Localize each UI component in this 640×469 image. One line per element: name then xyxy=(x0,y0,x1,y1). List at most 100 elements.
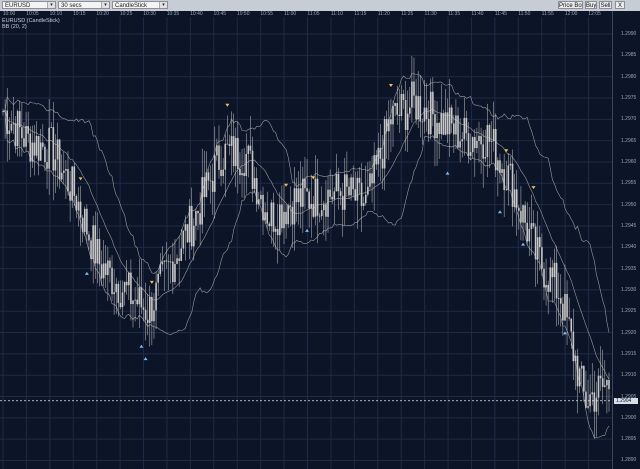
candle-body xyxy=(258,199,260,205)
candle-body xyxy=(293,188,296,225)
candle-body xyxy=(329,189,331,197)
candle-body xyxy=(243,173,245,176)
candle-body xyxy=(356,177,359,201)
candle-body xyxy=(520,210,522,223)
sell-signal-marker xyxy=(78,177,83,181)
candle-body xyxy=(161,261,164,265)
candle-body xyxy=(473,137,476,149)
candle-body xyxy=(325,204,327,217)
candle-body xyxy=(492,128,495,142)
candle-body xyxy=(518,207,520,211)
candle-body xyxy=(375,155,378,165)
candle-body xyxy=(398,114,401,117)
candle-body xyxy=(107,260,109,276)
price-tick-label: 1.2945 xyxy=(621,222,637,229)
candle-body xyxy=(341,195,344,210)
candle-body xyxy=(218,145,220,170)
candle-body xyxy=(354,189,357,201)
candle-body xyxy=(532,223,535,227)
candle-body xyxy=(111,267,113,295)
candle-body xyxy=(199,213,201,225)
candle-body xyxy=(203,177,206,198)
candle-body xyxy=(352,177,354,190)
candle-body xyxy=(157,273,159,283)
candle-body xyxy=(597,375,600,398)
candle-body xyxy=(572,331,575,362)
candle-body xyxy=(115,283,118,293)
candle-body xyxy=(102,263,105,279)
candle-body xyxy=(178,258,180,261)
candle-body xyxy=(121,292,124,308)
candle-body xyxy=(27,126,29,134)
candle-body xyxy=(266,212,269,224)
candle-body xyxy=(427,119,430,135)
candle-body xyxy=(163,260,166,262)
candle-body xyxy=(96,238,99,264)
candle-body xyxy=(128,272,130,286)
candle-body xyxy=(159,264,162,274)
candle-body xyxy=(276,228,279,236)
candle-body xyxy=(18,111,21,128)
candle-body xyxy=(595,397,598,412)
candle-body xyxy=(511,163,514,207)
candle-body xyxy=(314,178,317,217)
candle-body xyxy=(153,310,155,322)
candle-body xyxy=(216,145,218,156)
candle-body xyxy=(8,130,11,135)
candle-body xyxy=(385,119,388,132)
candle-body xyxy=(429,91,432,135)
price-chart[interactable] xyxy=(0,0,640,469)
candle-body xyxy=(566,294,568,318)
candle-body xyxy=(224,143,227,170)
candle-body xyxy=(67,169,69,192)
candle-body xyxy=(346,174,348,187)
candle-body xyxy=(591,392,594,395)
candle-body xyxy=(44,146,46,163)
candle-body xyxy=(60,172,63,180)
sell-signal-marker xyxy=(388,83,393,87)
candle-body xyxy=(190,205,193,247)
candle-body xyxy=(262,194,264,221)
price-tick-label: 1.2915 xyxy=(621,350,637,357)
candle-body xyxy=(446,112,449,135)
candle-body xyxy=(176,258,178,264)
candle-body xyxy=(425,107,428,120)
candle-body xyxy=(555,262,558,299)
candle-body xyxy=(201,177,204,225)
candle-body xyxy=(197,211,199,214)
candle-body xyxy=(270,202,273,227)
candle-body xyxy=(593,392,596,412)
candle-body xyxy=(56,139,59,160)
candle-body xyxy=(310,203,313,209)
candle-body xyxy=(23,138,25,147)
candle-body xyxy=(358,177,361,183)
candle-body xyxy=(167,261,170,263)
candle-body xyxy=(142,307,145,310)
candle-body xyxy=(381,158,384,169)
candle-body xyxy=(287,205,289,225)
candle-body xyxy=(320,210,323,217)
candle-body xyxy=(608,380,610,390)
candle-body xyxy=(50,127,53,128)
candle-body xyxy=(536,237,539,260)
candle-body xyxy=(123,281,126,293)
candle-body xyxy=(327,189,329,217)
candle-body xyxy=(388,119,390,132)
candle-body xyxy=(113,292,115,295)
candle-body xyxy=(52,127,55,171)
candle-body xyxy=(295,188,298,203)
candle-body xyxy=(497,160,499,171)
candle-body xyxy=(440,113,443,135)
candle-body xyxy=(390,119,392,125)
candle-body xyxy=(289,205,292,207)
candle-body xyxy=(241,173,243,176)
candle-body xyxy=(551,267,554,278)
price-tick-label: 1.2930 xyxy=(621,286,637,293)
candle-body xyxy=(237,137,239,169)
candle-body xyxy=(461,139,464,142)
candle-body xyxy=(226,143,229,145)
price-tick-label: 1.2905 xyxy=(621,393,637,400)
price-tick-label: 1.2900 xyxy=(621,414,637,421)
candle-body xyxy=(234,137,237,167)
candle-body xyxy=(4,110,6,112)
